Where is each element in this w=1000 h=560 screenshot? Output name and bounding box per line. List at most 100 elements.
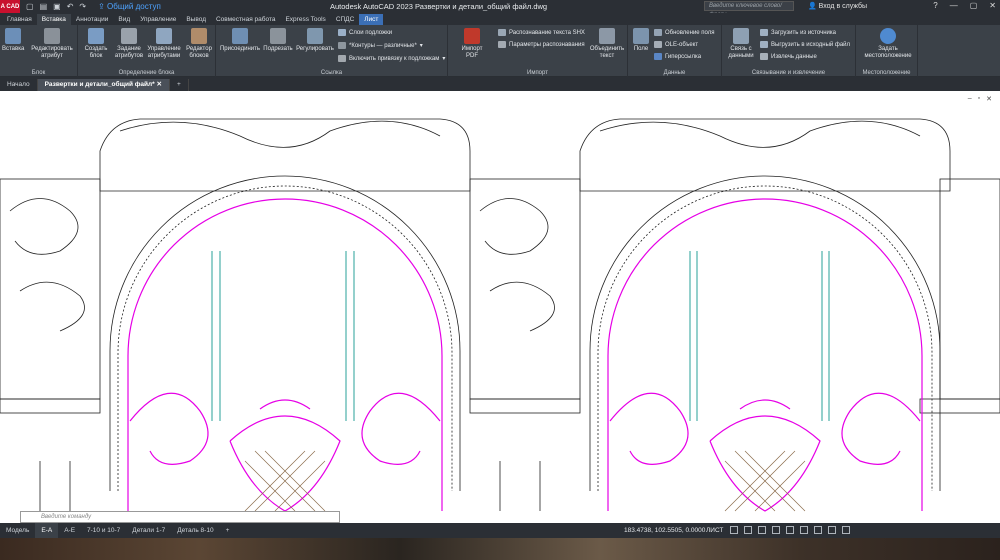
drawing-canvas[interactable]: – ▫ ✕ Введите команду	[0, 91, 1000, 523]
define-attributes-label: Задание атрибутов	[114, 46, 144, 59]
arch-drawing	[0, 118, 1000, 512]
tab-express-tools[interactable]: Express Tools	[280, 14, 330, 25]
background-photo-strip	[0, 538, 1000, 560]
insert-button[interactable]: Вставка	[2, 28, 24, 53]
upload-to-source-button[interactable]: Выгрузить в исходный файл	[760, 41, 850, 48]
layout-tab-ae[interactable]: А-Е	[58, 523, 81, 538]
save-icon[interactable]: ▣	[53, 2, 61, 11]
layout-tab-7-10[interactable]: 7-10 и 10-7	[81, 523, 126, 538]
help-icon[interactable]: ?	[933, 1, 937, 10]
close-icon[interactable]: ✕	[157, 81, 162, 88]
status-bar: Модель Е-А А-Е 7-10 и 10-7 Детали 1-7 Де…	[0, 523, 1000, 538]
adjust-label: Регулировать	[296, 46, 334, 52]
manage-attributes-icon	[156, 28, 172, 44]
update-icon	[654, 29, 662, 36]
panel-block: Вставка Редактировать атрибут Блок	[0, 25, 78, 77]
insert-label: Вставка	[2, 46, 25, 52]
annotation-scale-icon[interactable]	[814, 526, 822, 534]
redo-icon[interactable]: ↷	[79, 2, 86, 11]
tab-sheet[interactable]: Лист	[359, 14, 384, 25]
set-location-label: Задать местоположение	[864, 46, 912, 59]
field-button[interactable]: Поле	[630, 28, 652, 53]
extract-data-button[interactable]: Извлечь данные	[760, 53, 817, 60]
ribbon-tabs: Главная Вставка Аннотации Вид Управление…	[0, 13, 1000, 25]
data-link-button[interactable]: Связь с данными	[726, 28, 756, 60]
create-block-button[interactable]: Создать блок	[84, 28, 108, 60]
set-location-button[interactable]: Задать местоположение	[860, 28, 916, 60]
new-icon[interactable]: ▢	[26, 2, 34, 11]
import-pdf-button[interactable]: Импорт PDF	[456, 28, 488, 60]
block-editor-button[interactable]: Редактор блоков	[184, 28, 214, 60]
combine-text-button[interactable]: Объединить текст	[588, 28, 626, 60]
recognition-settings-button[interactable]: Параметры распознавания	[498, 41, 585, 48]
insert-icon	[5, 28, 22, 44]
autocad-logo[interactable]: A CAD	[0, 0, 20, 13]
lineweight-icon[interactable]	[800, 526, 808, 534]
tab-collaborate[interactable]: Совместная работа	[211, 14, 280, 25]
undo-icon[interactable]: ↶	[67, 2, 74, 11]
clip-label: Подрезать	[263, 46, 293, 52]
search-input[interactable]: Введите ключевое слово/фразу	[704, 1, 794, 18]
osnap-icon[interactable]	[786, 526, 794, 534]
layout-tab-detail-8-10[interactable]: Деталь 8-10	[171, 523, 219, 538]
upload-label: Выгрузить в исходный файл	[771, 41, 851, 48]
tab-insert[interactable]: Вставка	[36, 14, 71, 25]
layout-tab-model[interactable]: Модель	[0, 523, 35, 538]
tab-view[interactable]: Вид	[113, 14, 135, 25]
restore-icon[interactable]: ▫	[978, 95, 980, 103]
edit-attribute-button[interactable]: Редактировать атрибут	[28, 28, 76, 60]
layout-tab-details-1-7[interactable]: Детали 1-7	[126, 523, 171, 538]
ortho-icon[interactable]	[758, 526, 766, 534]
upload-icon	[760, 41, 768, 48]
frames-label: *Контуры — различные*	[349, 42, 417, 49]
signin-button[interactable]: 👤 Вход в службы	[808, 2, 867, 10]
snap-underlays-toggle[interactable]: Включить привязку к подложкам ▾	[338, 55, 445, 62]
layout-tab-ea[interactable]: Е-А	[35, 523, 59, 538]
command-input[interactable]: Введите команду	[20, 511, 340, 523]
attach-button[interactable]: Присоединить	[218, 28, 262, 53]
manage-attributes-label: Управление атрибутами	[147, 46, 181, 59]
clip-button[interactable]: Подрезать	[262, 28, 294, 53]
open-icon[interactable]: ▤	[40, 2, 48, 11]
new-tab-button[interactable]: +	[170, 79, 189, 91]
maximize-icon[interactable]: ▢	[970, 1, 978, 10]
define-attributes-icon	[121, 28, 137, 44]
tab-spds[interactable]: СПДС	[331, 14, 359, 25]
close-icon[interactable]: ✕	[986, 95, 992, 103]
layers-icon	[338, 29, 346, 36]
tab-manage[interactable]: Управление	[135, 14, 181, 25]
tab-annotate[interactable]: Аннотации	[71, 14, 114, 25]
ole-label: OLE-объект	[665, 41, 699, 48]
minimize-icon[interactable]: –	[968, 95, 972, 103]
doc-tab-drawing[interactable]: Развертки и детали_общий файл* ✕	[37, 79, 170, 91]
define-attributes-button[interactable]: Задание атрибутов	[114, 28, 144, 60]
tab-output[interactable]: Вывод	[181, 14, 211, 25]
update-fields-button[interactable]: Обновление поля	[654, 29, 715, 36]
close-icon[interactable]: ✕	[989, 1, 996, 10]
space-toggle[interactable]: ЛИСТ	[706, 527, 723, 534]
panel-title-import: Импорт	[527, 70, 548, 76]
combine-text-label: Объединить текст	[589, 46, 625, 59]
customize-icon[interactable]	[842, 526, 850, 534]
hyperlink-button[interactable]: Гиперссылка	[654, 53, 701, 60]
panel-title-reference: Ссылка	[320, 70, 343, 76]
doc-tab-start[interactable]: Начало	[0, 79, 38, 91]
workspace-icon[interactable]	[828, 526, 836, 534]
adjust-button[interactable]: Регулировать	[294, 28, 336, 53]
tab-home[interactable]: Главная	[2, 14, 37, 25]
ole-object-button[interactable]: OLE-объект	[654, 41, 698, 48]
quick-access-toolbar: ▢ ▤ ▣ ↶ ↷ ⇪ Общий доступ	[20, 2, 161, 11]
import-pdf-label: Импорт PDF	[461, 46, 483, 59]
download-from-source-button[interactable]: Загрузить из источника	[760, 29, 836, 36]
snap-mode-icon[interactable]	[744, 526, 752, 534]
shx-recognition-button[interactable]: Распознавание текста SHX	[498, 29, 585, 36]
panel-data: Поле Обновление поля OLE-объект Гиперссы…	[628, 25, 722, 77]
minimize-icon[interactable]: —	[950, 1, 958, 10]
grid-icon[interactable]	[730, 526, 738, 534]
add-layout-button[interactable]: +	[220, 523, 236, 538]
share-button[interactable]: ⇪ Общий доступ	[98, 2, 161, 11]
manage-attributes-button[interactable]: Управление атрибутами	[146, 28, 182, 60]
polar-icon[interactable]	[772, 526, 780, 534]
frames-dropdown[interactable]: *Контуры — различные* ▾	[338, 42, 423, 49]
underlay-layers-button[interactable]: Слои подложки	[338, 29, 392, 36]
